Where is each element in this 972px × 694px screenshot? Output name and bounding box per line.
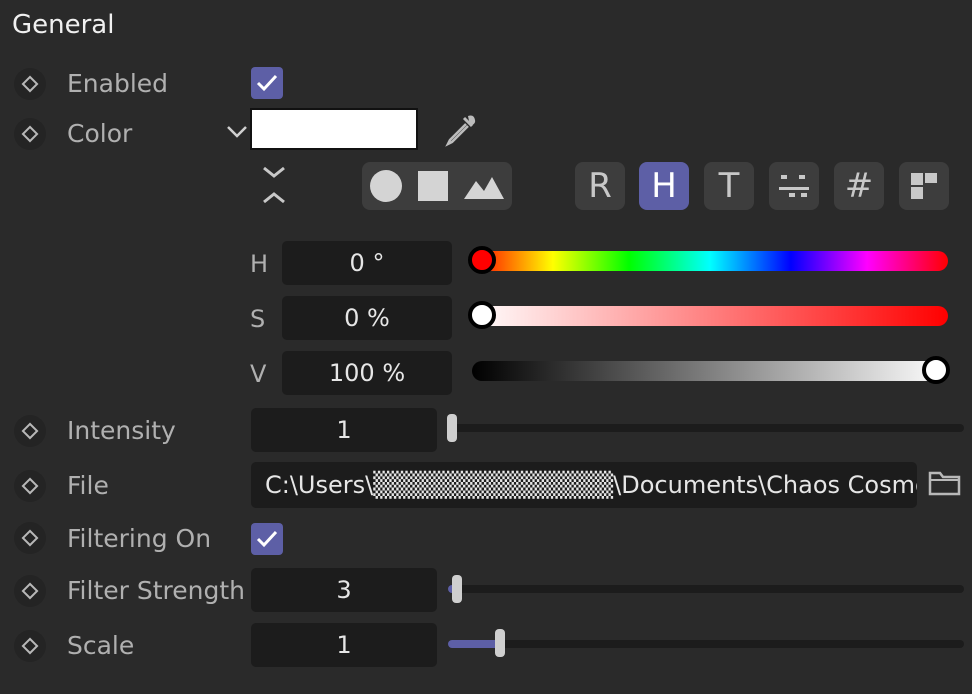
filtering-on-checkbox[interactable] xyxy=(251,523,283,555)
color-shape-group xyxy=(362,162,512,210)
mountain-icon[interactable] xyxy=(464,173,504,199)
value-field[interactable]: 100 % xyxy=(282,351,452,395)
attribute-panel: General Enabled Color R H T # H 0 ° S 0 … xyxy=(0,0,972,694)
diamond-icon xyxy=(21,125,39,143)
mixing-icon xyxy=(779,175,809,197)
keyframe-filtering-button[interactable] xyxy=(14,522,46,554)
enabled-label: Enabled xyxy=(67,69,169,98)
diamond-icon xyxy=(21,637,39,655)
filter-strength-label: Filter Strength xyxy=(67,576,246,605)
checkmark-icon xyxy=(256,530,278,548)
filter-strength-slider-handle[interactable] xyxy=(452,575,462,603)
diamond-icon xyxy=(21,582,39,600)
hue-field[interactable]: 0 ° xyxy=(282,241,452,285)
chevron-down-icon xyxy=(227,126,247,138)
saturation-field[interactable]: 0 % xyxy=(282,296,452,340)
collapse-expand-button[interactable] xyxy=(261,164,287,212)
diamond-icon xyxy=(21,75,39,93)
diamond-icon xyxy=(21,529,39,547)
checkmark-icon xyxy=(256,74,278,92)
intensity-slider-handle[interactable] xyxy=(447,414,457,442)
saturation-slider-knob[interactable] xyxy=(468,301,496,329)
saturation-slider[interactable] xyxy=(472,306,948,326)
file-label: File xyxy=(67,471,109,500)
scale-slider[interactable] xyxy=(448,640,964,648)
diamond-icon xyxy=(21,477,39,495)
filter-strength-slider[interactable] xyxy=(448,585,964,593)
hue-letter: H xyxy=(250,250,269,278)
value-letter: V xyxy=(250,360,267,388)
keyframe-intensity-button[interactable] xyxy=(14,415,46,447)
scale-label: Scale xyxy=(67,631,135,660)
color-expand-chevron[interactable] xyxy=(226,124,248,143)
keyframe-file-button[interactable] xyxy=(14,470,46,502)
hsv-mode-button[interactable]: H xyxy=(639,162,689,210)
intensity-field[interactable]: 1 xyxy=(251,408,437,452)
collapse-arrows-icon xyxy=(263,166,285,204)
hue-slider-knob[interactable] xyxy=(468,246,496,274)
file-path-text: C:\Users\▒▒▒▒▒▒▒▒▒▒▒▒▒\Documents\Chaos C… xyxy=(265,471,917,499)
filtering-on-label: Filtering On xyxy=(67,524,212,553)
section-title: General xyxy=(12,10,115,40)
color-label: Color xyxy=(67,119,133,148)
swatches-icon xyxy=(911,173,937,199)
saturation-letter: S xyxy=(250,305,266,333)
value-slider-knob[interactable] xyxy=(922,356,950,384)
scale-field[interactable]: 1 xyxy=(251,623,437,667)
mixing-mode-button[interactable] xyxy=(769,162,819,210)
file-path-field[interactable]: C:\Users\▒▒▒▒▒▒▒▒▒▒▒▒▒\Documents\Chaos C… xyxy=(251,462,917,508)
value-slider[interactable] xyxy=(472,361,948,381)
diamond-icon xyxy=(21,422,39,440)
filter-strength-field[interactable]: 3 xyxy=(251,568,437,612)
keyframe-enabled-button[interactable] xyxy=(14,68,46,100)
keyframe-filter-strength-button[interactable] xyxy=(14,575,46,607)
keyframe-scale-button[interactable] xyxy=(14,630,46,662)
hex-mode-button[interactable]: # xyxy=(834,162,884,210)
eyedropper-icon xyxy=(445,115,476,147)
kelvin-mode-button[interactable]: T xyxy=(704,162,754,210)
intensity-slider[interactable] xyxy=(448,424,964,432)
folder-icon xyxy=(928,471,961,496)
hue-slider[interactable] xyxy=(472,251,948,271)
enabled-checkbox[interactable] xyxy=(251,67,283,99)
rgb-mode-button[interactable]: R xyxy=(575,162,625,210)
eyedropper-button[interactable] xyxy=(442,112,478,152)
circle-icon[interactable] xyxy=(370,170,402,202)
keyframe-color-button[interactable] xyxy=(14,118,46,150)
square-icon[interactable] xyxy=(418,171,448,201)
scale-slider-handle[interactable] xyxy=(495,629,505,657)
color-swatch[interactable] xyxy=(250,108,418,150)
browse-folder-button[interactable] xyxy=(928,469,962,501)
swatches-mode-button[interactable] xyxy=(899,162,949,210)
scale-slider-fill xyxy=(448,640,500,648)
intensity-label: Intensity xyxy=(67,416,176,445)
